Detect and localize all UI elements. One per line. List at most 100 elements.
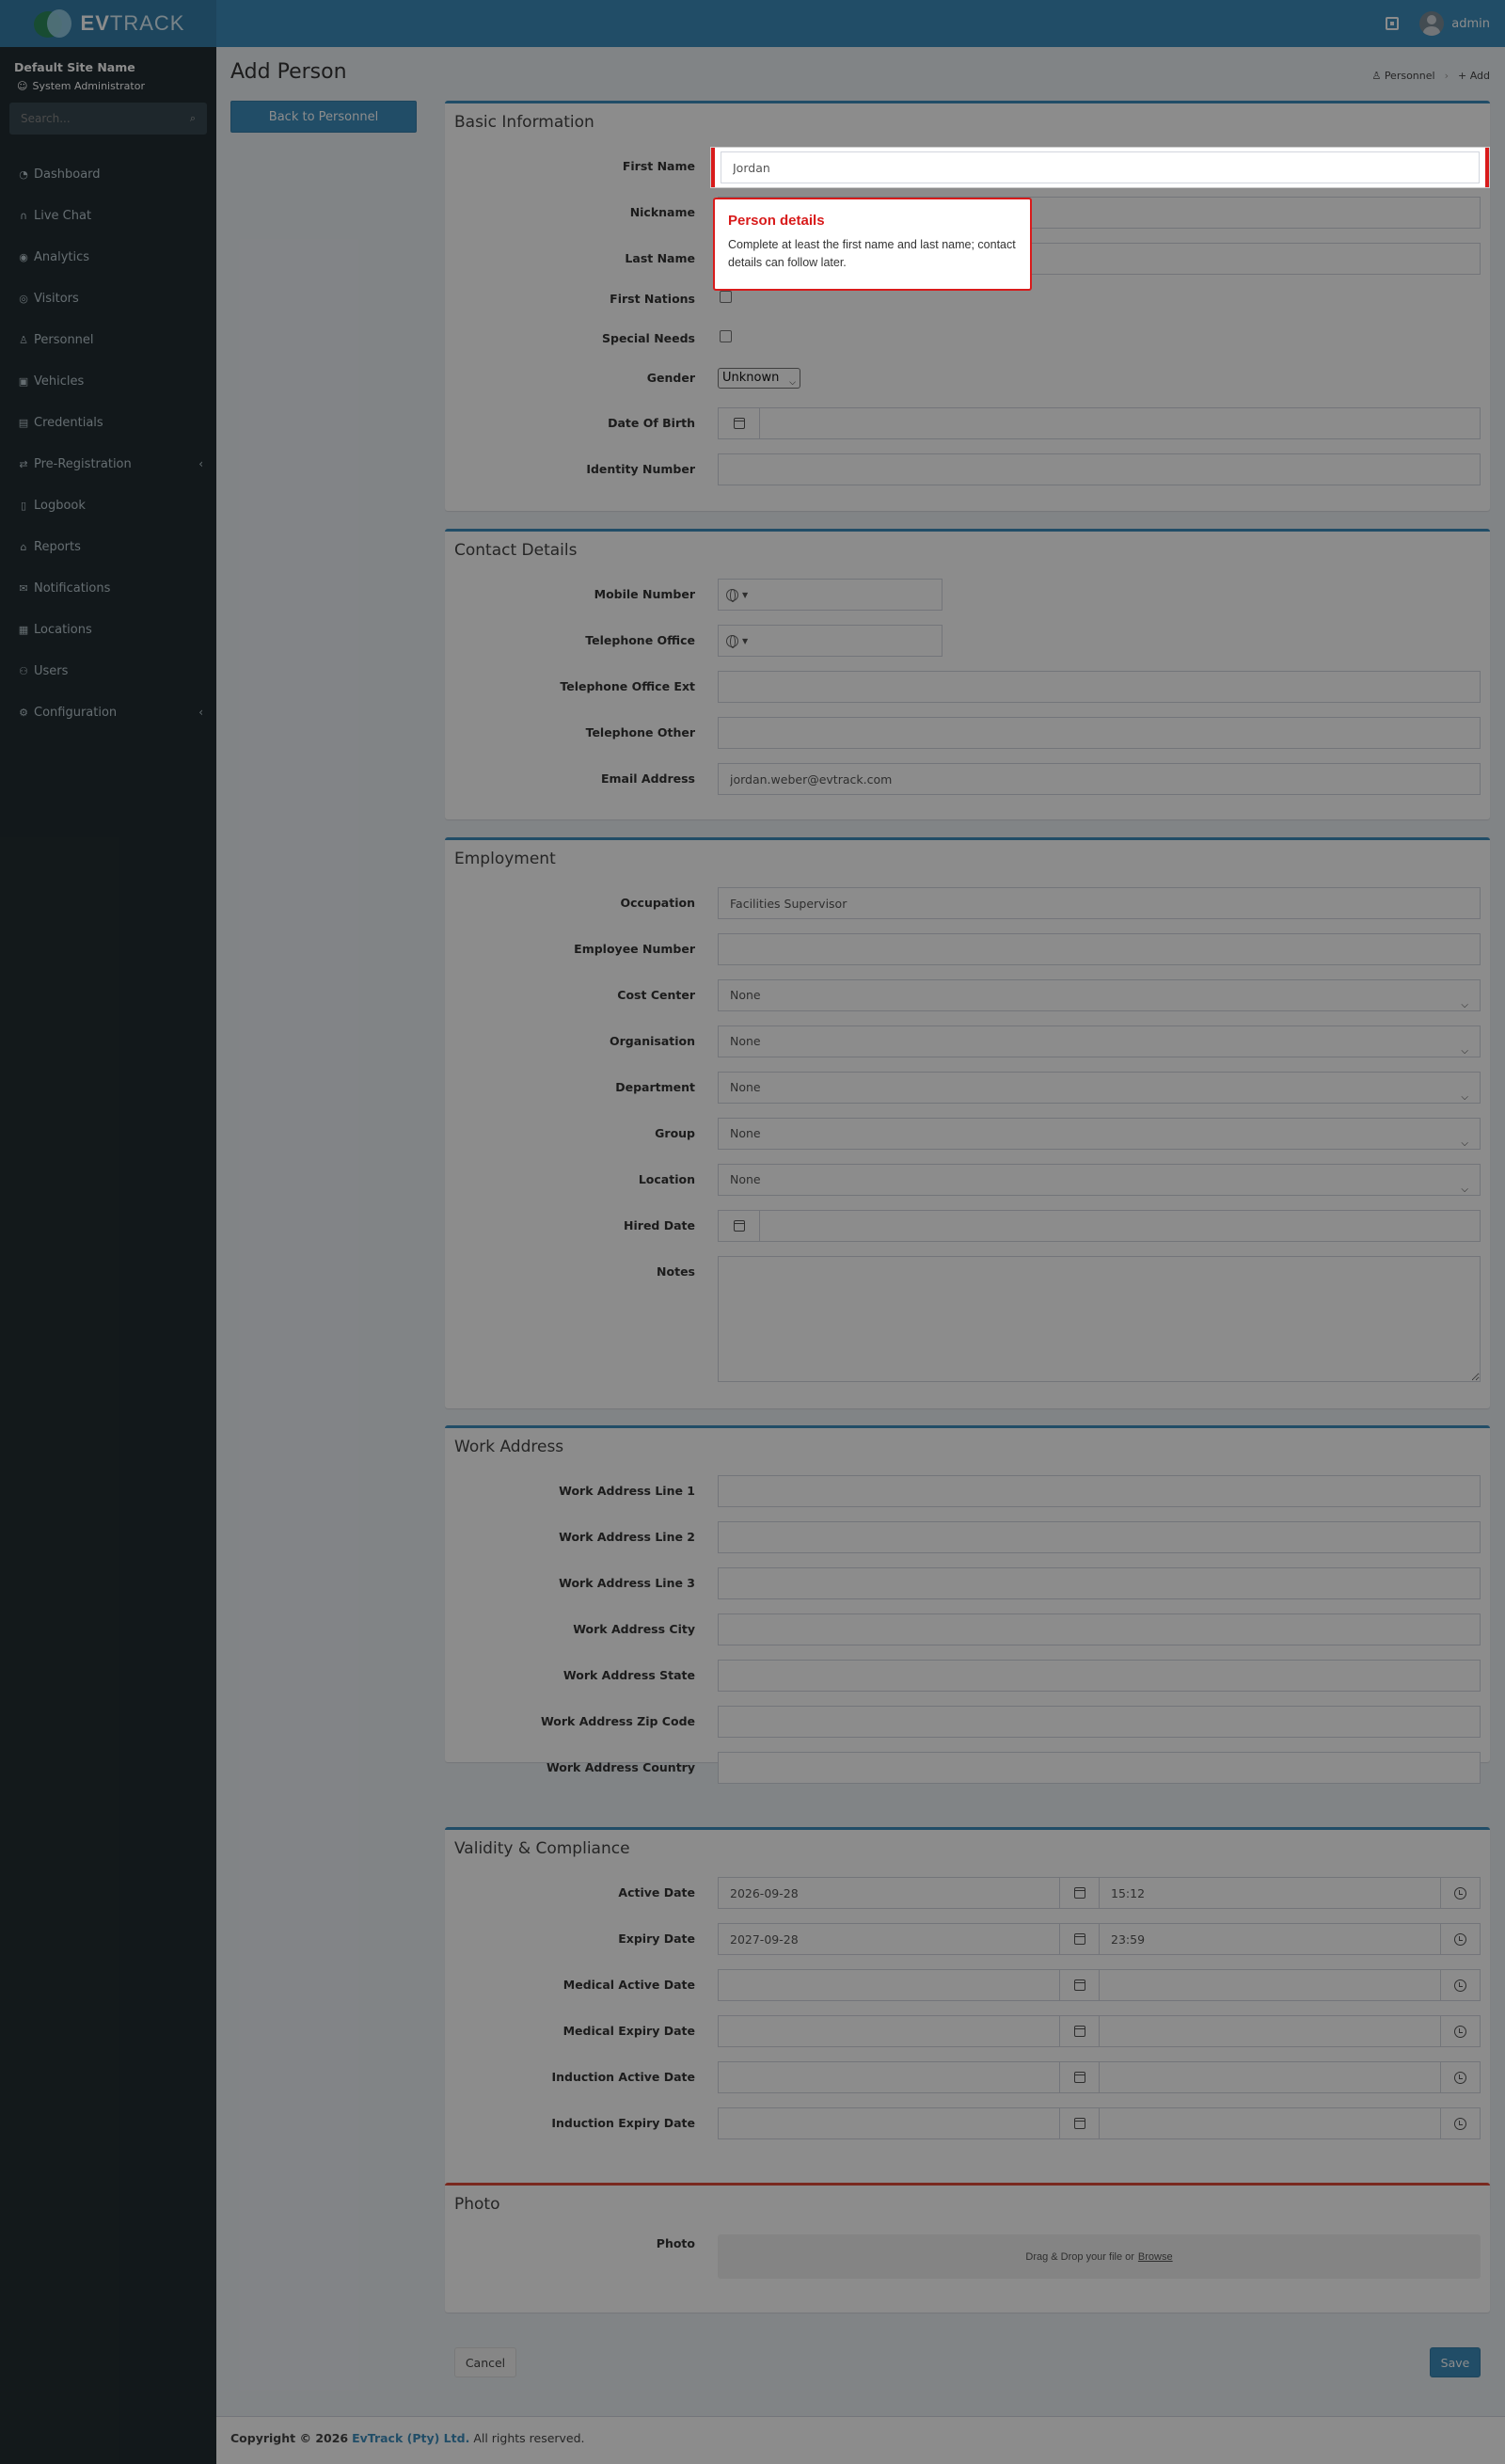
work-address-line-1-input[interactable] <box>718 1475 1481 1507</box>
first-nations-checkbox[interactable] <box>720 291 732 303</box>
clock-icon[interactable] <box>1440 1878 1480 1908</box>
globe-icon[interactable] <box>726 588 738 602</box>
sidebar-item-dashboard[interactable]: ◔ Dashboard <box>0 153 216 195</box>
location-select[interactable]: None ⌵ <box>718 1164 1481 1196</box>
sidebar-item-logbook[interactable]: ▯ Logbook <box>0 485 216 526</box>
sidebar-item-visitors[interactable]: ◎ Visitors <box>0 278 216 319</box>
induction-expiry-time-input[interactable] <box>1100 2108 1440 2138</box>
identity-number-label: Identity Number <box>586 462 695 476</box>
occupation-input[interactable] <box>718 887 1481 919</box>
calendar-icon[interactable] <box>719 408 760 438</box>
expiry-time-input[interactable] <box>1100 1924 1440 1954</box>
sidebar-item-locations[interactable]: ▦ Locations <box>0 609 216 650</box>
clock-icon[interactable] <box>1440 2016 1480 2046</box>
breadcrumb-separator: › <box>1444 70 1449 82</box>
sidebar-item-vehicles[interactable]: ▣ Vehicles <box>0 360 216 402</box>
email-address-input[interactable] <box>718 763 1481 795</box>
cog-icon: ⚙ <box>19 706 28 719</box>
calendar-icon[interactable] <box>1059 1970 1099 2000</box>
dob-input[interactable] <box>760 408 1480 438</box>
save-button[interactable]: Save <box>1430 2347 1481 2377</box>
location-label: Location <box>638 1172 695 1186</box>
medical-active-date-input[interactable] <box>719 1970 1059 2000</box>
first-name-input-highlighted[interactable] <box>721 151 1480 183</box>
department-select[interactable]: None ⌵ <box>718 1072 1481 1104</box>
special-needs-label: Special Needs <box>602 331 695 345</box>
sidebar-item-users[interactable]: ⚇ Users <box>0 650 216 692</box>
medical-active-time-input[interactable] <box>1100 1970 1440 2000</box>
special-needs-checkbox[interactable] <box>720 330 732 342</box>
cancel-button[interactable]: Cancel <box>454 2347 516 2377</box>
sidebar-item-analytics[interactable]: ◉ Analytics <box>0 236 216 278</box>
employee-number-input[interactable] <box>718 933 1481 965</box>
hired-date-input[interactable] <box>760 1211 1480 1241</box>
expiry-date-input[interactable] <box>719 1924 1059 1954</box>
dob-date-picker[interactable] <box>718 407 1481 439</box>
active-date-label: Active Date <box>618 1885 695 1900</box>
brand-logo[interactable]: EVTRACK <box>0 0 216 47</box>
cost-center-select[interactable]: None ⌵ <box>718 979 1481 1011</box>
sidebar-item-notifications[interactable]: ✉ Notifications <box>0 567 216 609</box>
work-address-city-input[interactable] <box>718 1614 1481 1645</box>
sidebar-item-reports[interactable]: ⌂ Reports <box>0 526 216 567</box>
group-select[interactable]: None ⌵ <box>718 1118 1481 1150</box>
clock-icon[interactable] <box>1440 2108 1480 2138</box>
telephone-office-input[interactable] <box>761 627 942 655</box>
telephone-office-field[interactable]: ▼ <box>718 625 943 657</box>
mobile-number-field[interactable]: ▼ <box>718 579 943 611</box>
photo-dropzone[interactable]: Drag & Drop your file or Browse <box>718 2234 1481 2279</box>
medical-expiry-date-input[interactable] <box>719 2016 1059 2046</box>
contact-details-panel: Contact Details Mobile Number ▼ Telephone… <box>445 529 1490 819</box>
calendar-icon[interactable] <box>1059 2016 1099 2046</box>
browse-link[interactable]: Browse <box>1138 2251 1173 2263</box>
organisation-select[interactable]: None ⌵ <box>718 1025 1481 1057</box>
sidebar-item-personnel[interactable]: ♙ Personnel <box>0 319 216 360</box>
mobile-number-input[interactable] <box>761 580 942 609</box>
calendar-icon[interactable] <box>719 1211 760 1241</box>
calendar-icon[interactable] <box>1059 2062 1099 2092</box>
hired-date-picker[interactable] <box>718 1210 1481 1242</box>
breadcrumb-add: + Add <box>1457 70 1490 82</box>
globe-icon[interactable] <box>726 634 738 648</box>
sidebar-item-credentials[interactable]: ▤ Credentials <box>0 402 216 443</box>
calendar-icon[interactable] <box>1059 1878 1099 1908</box>
calendar-icon[interactable] <box>1059 2108 1099 2138</box>
sidebar-item-live-chat[interactable]: ∩ Live Chat <box>0 195 216 236</box>
work-address-country-input[interactable] <box>718 1752 1481 1784</box>
clock-icon[interactable] <box>1440 1924 1480 1954</box>
work-address-line-3-input[interactable] <box>718 1567 1481 1599</box>
sidebar-item-configuration[interactable]: ⚙ Configuration ‹ <box>0 692 216 733</box>
clock-icon[interactable] <box>1440 2062 1480 2092</box>
gender-label: Gender <box>646 371 695 385</box>
clock-icon[interactable] <box>1440 1970 1480 2000</box>
work-address-city-label: Work Address City <box>573 1622 695 1636</box>
telephone-office-ext-input[interactable] <box>718 671 1481 703</box>
gender-select[interactable]: Unknown ⌵ <box>718 368 800 389</box>
work-address-zip-label: Work Address Zip Code <box>540 1714 695 1728</box>
work-address-zip-input[interactable] <box>718 1706 1481 1738</box>
induction-expiry-date-input[interactable] <box>719 2108 1059 2138</box>
active-date-input[interactable] <box>719 1878 1059 1908</box>
work-address-line-2-input[interactable] <box>718 1521 1481 1553</box>
back-to-personnel-button[interactable]: Back to Personnel <box>230 101 417 133</box>
work-address-line-2-label: Work Address Line 2 <box>559 1530 695 1544</box>
calendar-icon[interactable] <box>1059 1924 1099 1954</box>
notes-textarea[interactable] <box>718 1256 1481 1382</box>
identity-number-input[interactable] <box>718 453 1481 485</box>
telephone-other-input[interactable] <box>718 717 1481 749</box>
toggle-panel-icon[interactable] <box>1386 17 1400 30</box>
sidebar-item-pre-registration[interactable]: ⇄ Pre-Registration ‹ <box>0 443 216 485</box>
work-address-state-input[interactable] <box>718 1660 1481 1692</box>
expiry-date-label: Expiry Date <box>618 1931 695 1946</box>
induction-active-date-input[interactable] <box>719 2062 1059 2092</box>
active-time-input[interactable] <box>1100 1878 1440 1908</box>
user-menu[interactable]: admin <box>1419 11 1490 36</box>
search-input[interactable] <box>21 112 190 125</box>
medical-expiry-time-input[interactable] <box>1100 2016 1440 2046</box>
induction-active-time-input[interactable] <box>1100 2062 1440 2092</box>
tooltip-body: Complete at least the first name and las… <box>728 238 1016 269</box>
tour-highlight-first-name[interactable] <box>711 148 1489 187</box>
company-link[interactable]: EvTrack (Pty) Ltd. <box>352 2431 469 2445</box>
breadcrumb-personnel[interactable]: ♙ Personnel <box>1371 70 1434 82</box>
search-icon[interactable]: ⌕ <box>190 112 196 125</box>
